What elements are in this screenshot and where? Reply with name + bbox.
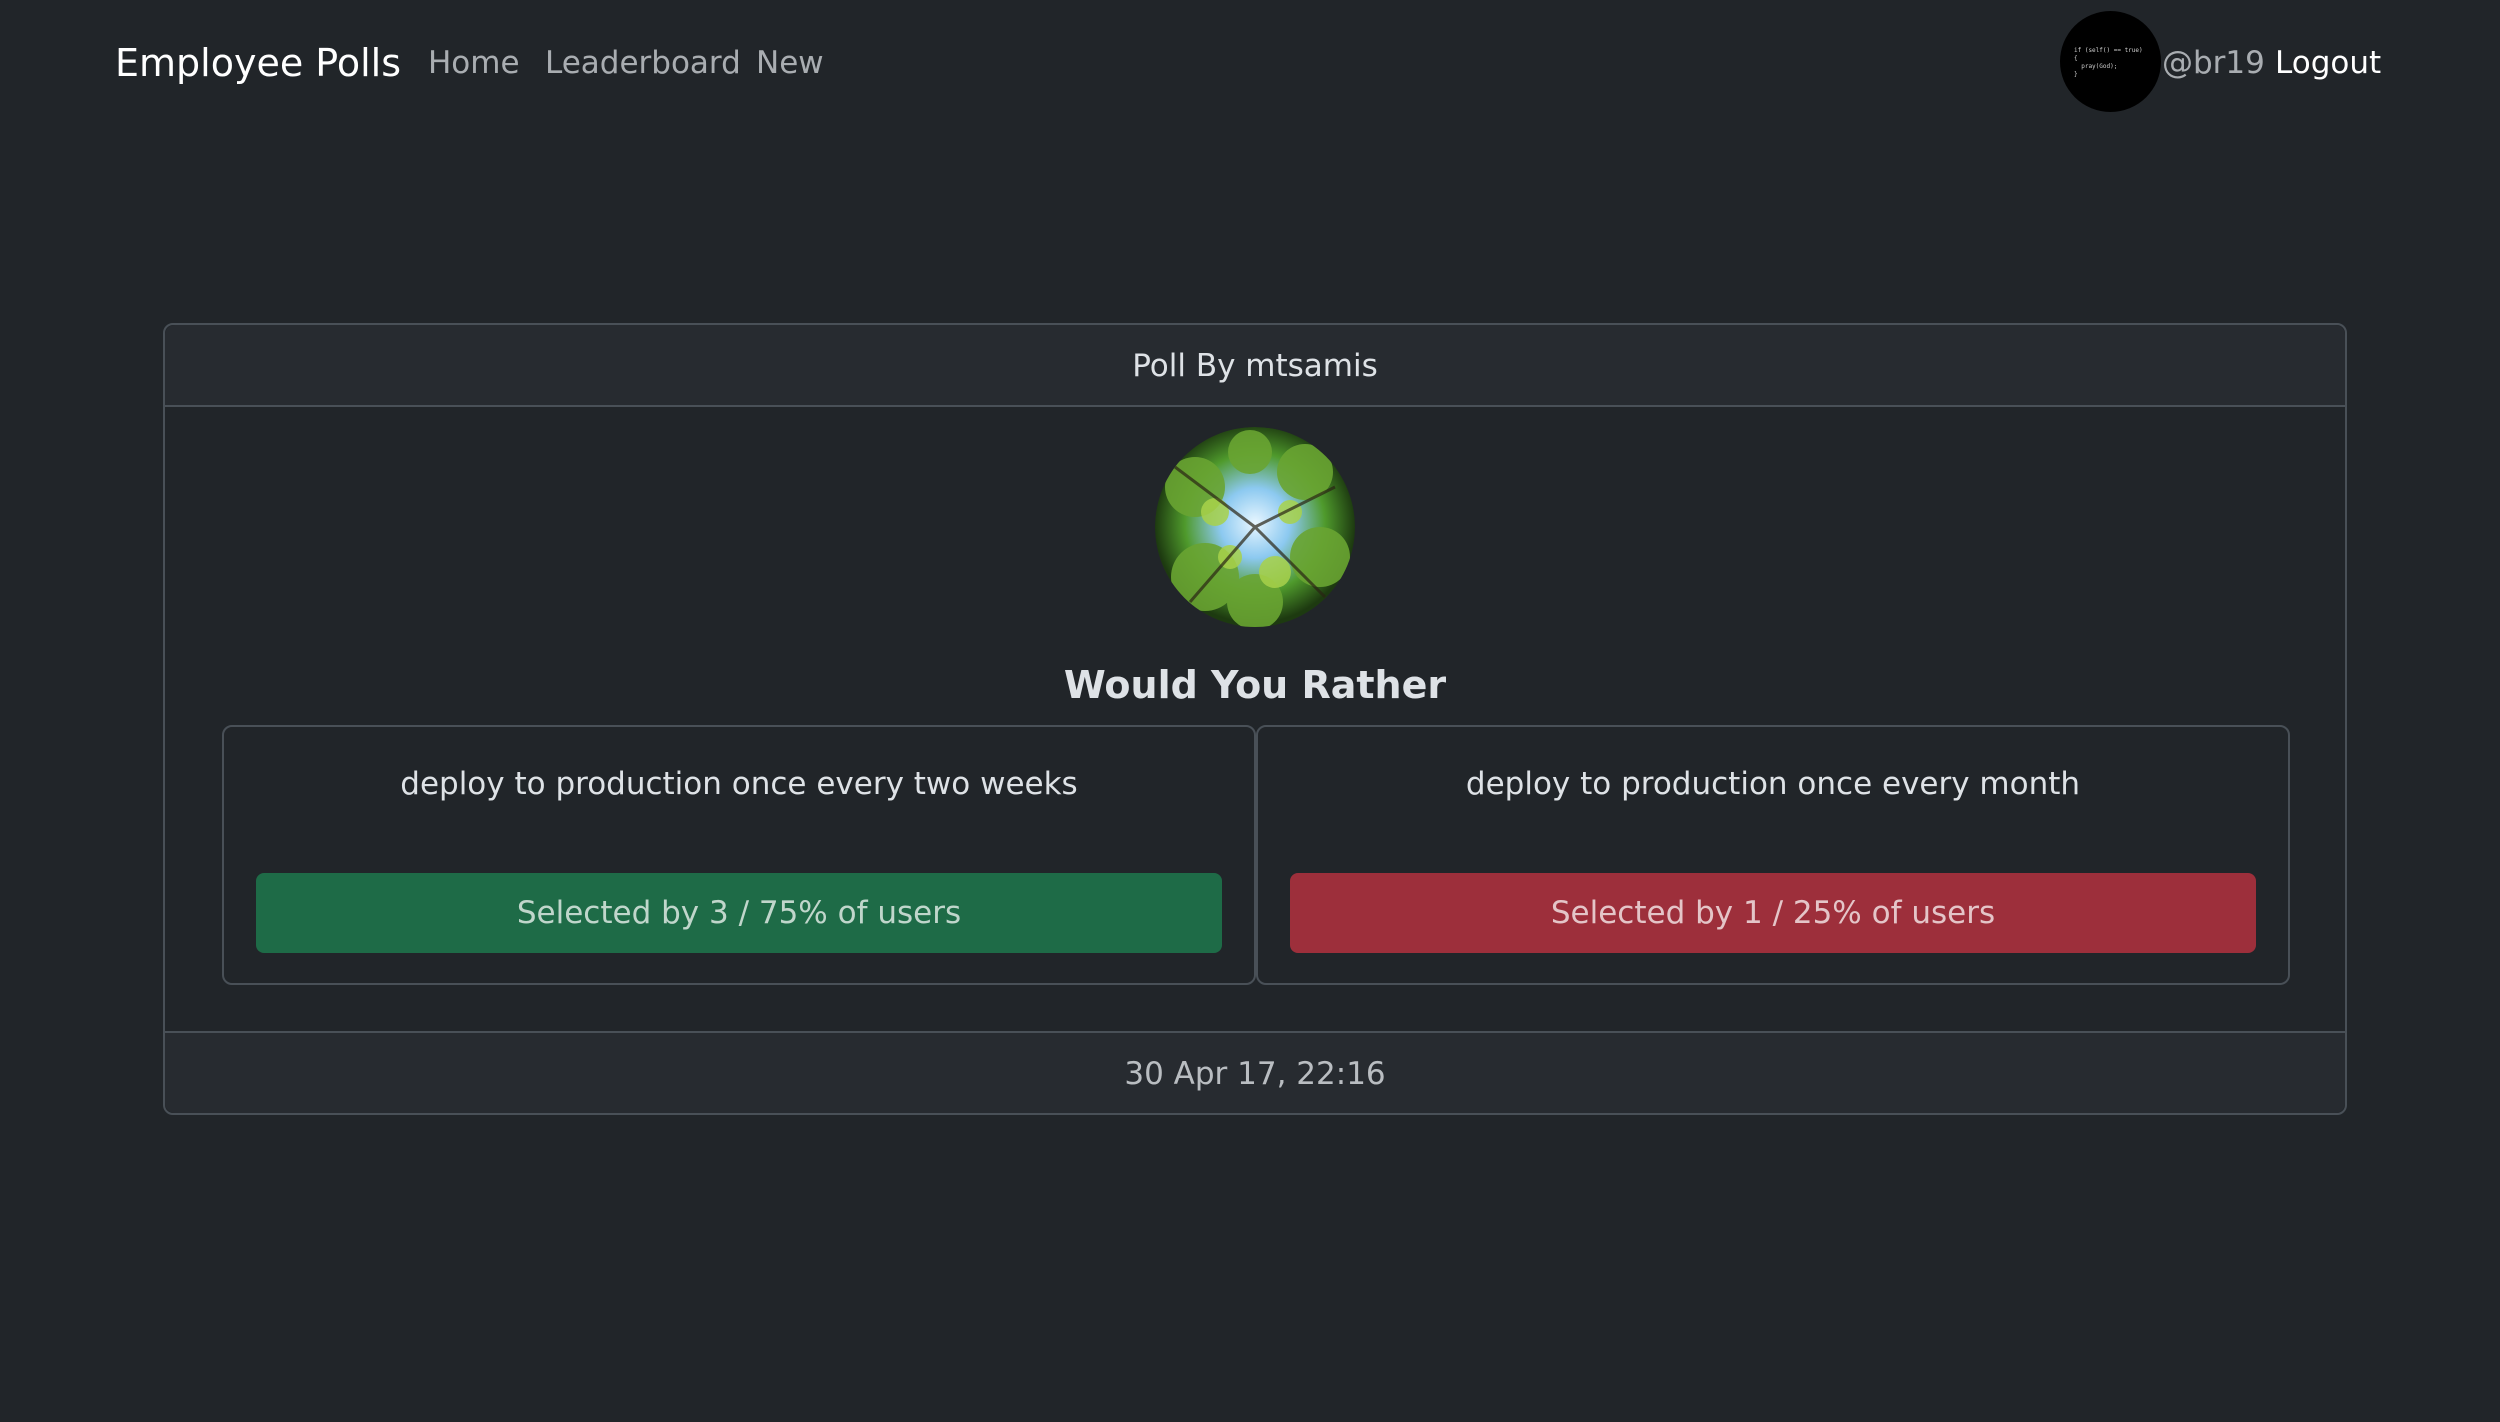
option-one-text: deploy to production once every two week… (400, 766, 1078, 802)
option-two-card[interactable]: deploy to production once every month Se… (1256, 725, 2290, 985)
user-avatar: if (self() == true) { pray(God); } (2060, 11, 2161, 112)
navbar: Employee Polls Home Leaderboard New if (… (0, 0, 2500, 126)
nav-home[interactable]: Home (428, 42, 520, 84)
option-two-text: deploy to production once every month (1465, 766, 2081, 802)
poll-title: Would You Rather (1063, 663, 1447, 707)
author-avatar (1155, 427, 1355, 627)
nav-leaderboard[interactable]: Leaderboard (545, 42, 741, 84)
poll-timestamp: 30 Apr 17, 22:16 (165, 1031, 2345, 1113)
option-one-result: Selected by 3 / 75% of users (256, 873, 1222, 953)
user-avatar-code: if (self() == true) { pray(God); } (2074, 47, 2143, 78)
option-one-card[interactable]: deploy to production once every two week… (222, 725, 1256, 985)
brand-title[interactable]: Employee Polls (115, 38, 401, 88)
poll-author-header: Poll By mtsamis (165, 325, 2345, 407)
option-two-result: Selected by 1 / 25% of users (1290, 873, 2256, 953)
nav-new[interactable]: New (756, 42, 824, 84)
tree-canopy-icon (1155, 427, 1355, 627)
username: @br19 (2162, 45, 2265, 81)
poll-card: Poll By mtsamis Would You Rather deploy … (163, 323, 2347, 1115)
logout-button[interactable]: Logout (2275, 42, 2381, 84)
